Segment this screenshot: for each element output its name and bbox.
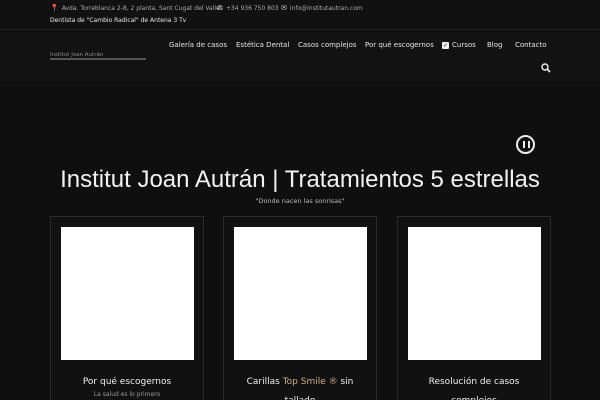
address-info: 📍 Avda. Torreblanca 2-8, 2 planta, Sant … — [50, 4, 223, 13]
pause-bar-left — [523, 141, 525, 148]
nav-label[interactable]: Blog — [487, 41, 502, 49]
top-tagline: Dentista de "Cambio Radical" de Antena 3… — [50, 17, 187, 24]
card-description: La salud es lo primero — [93, 391, 161, 398]
email-text[interactable]: info@institutautran.com — [290, 5, 363, 12]
nav-item-cursos[interactable]: ✓ Cursos — [442, 41, 476, 49]
feature-card-por-que[interactable]: Por qué escogernos La salud es lo primer… — [50, 216, 204, 400]
card-title[interactable]: Resolución de casos complejos — [398, 373, 550, 400]
phone-text[interactable]: +34 936 750 803 — [226, 5, 279, 12]
pause-bar-right — [528, 141, 530, 148]
nav-label[interactable]: Por qué escogernos — [365, 41, 434, 49]
pause-icon[interactable] — [516, 135, 535, 154]
nav-label[interactable]: Cursos — [452, 41, 476, 49]
card-title[interactable]: Por qué escogernos — [51, 373, 203, 392]
card-title[interactable]: Carillas Top Smile ® sin tallado — [224, 373, 376, 400]
nav-item-por-que[interactable]: Por qué escogernos — [365, 41, 434, 49]
email-info[interactable]: ✉ info@institutautran.com — [281, 4, 363, 13]
top-info-bar: 📍 Avda. Torreblanca 2-8, 2 planta, Sant … — [0, 0, 600, 30]
phone-info[interactable]: ✆ +34 936 750 803 — [217, 4, 279, 13]
nav-label[interactable]: Estética Dental — [236, 41, 289, 49]
map-pin-icon: 📍 — [50, 4, 59, 12]
checkbox-icon: ✓ — [442, 41, 449, 49]
nav-item-contacto[interactable]: Contacto — [515, 41, 547, 49]
hero-title: Institut Joan Autrán | Tratamientos 5 es… — [60, 166, 540, 193]
card-title-pre[interactable]: Carillas — [247, 377, 283, 387]
search-icon[interactable] — [541, 63, 551, 73]
feature-card-casos-complejos[interactable]: Resolución de casos complejos — [397, 216, 551, 400]
card-image[interactable] — [61, 227, 194, 360]
nav-item-casos-complejos[interactable]: Casos complejos — [298, 41, 357, 49]
nav-item-estetica[interactable]: Estética Dental — [236, 41, 289, 49]
nav-label[interactable]: Contacto — [515, 41, 547, 49]
main-header: Institut Joan Autrán Galería de casos Es… — [0, 31, 600, 81]
card-image[interactable] — [234, 227, 367, 360]
envelope-icon: ✉ — [281, 4, 287, 12]
phone-icon: ✆ — [217, 4, 223, 12]
nav-label[interactable]: Galería de casos — [169, 41, 227, 49]
card-title-highlight[interactable]: Top Smile ® — [283, 377, 338, 387]
nav-item-blog[interactable]: Blog — [487, 41, 502, 49]
nav-label[interactable]: Casos complejos — [298, 41, 357, 49]
logo-underline — [50, 58, 146, 60]
feature-card-carillas[interactable]: Carillas Top Smile ® sin tallado — [223, 216, 377, 400]
address-text: Avda. Torreblanca 2-8, 2 planta, Sant Cu… — [61, 5, 223, 12]
nav-item-galeria[interactable]: Galería de casos — [169, 41, 227, 49]
card-image[interactable] — [408, 227, 541, 360]
hero-subtitle: "Donde nacen las sonrisas" — [255, 197, 345, 205]
